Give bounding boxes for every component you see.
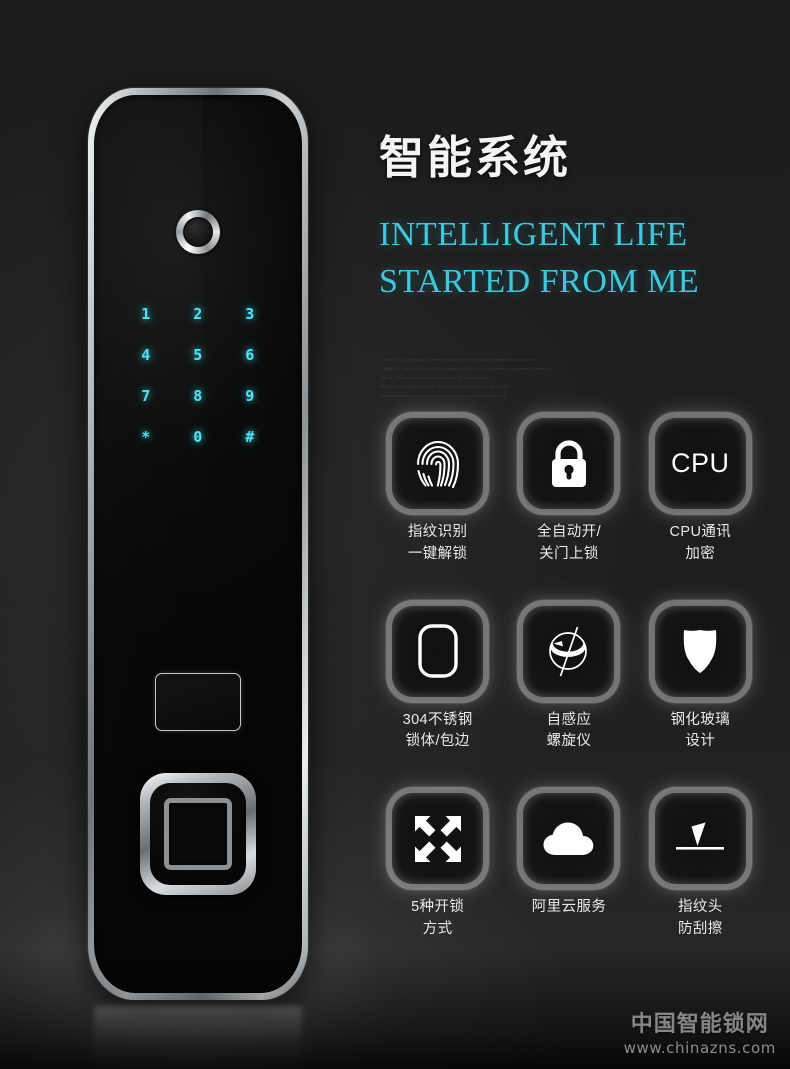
feature-caption: 钢化玻璃 设计 xyxy=(670,711,731,750)
fingerprint-icon xyxy=(416,440,459,488)
feature-tile[interactable] xyxy=(654,793,746,884)
cloud-icon xyxy=(543,822,594,855)
feature-caption: 自感应 螺旋仪 xyxy=(546,711,592,750)
key-2[interactable]: 2 xyxy=(172,307,224,322)
feature-item-auto-lock[interactable]: 全自动开/ 关门上锁 xyxy=(503,418,634,566)
gyroscope-icon xyxy=(549,626,587,677)
smart-door-lock: 1 2 3 4 5 6 7 8 9 * 0 # xyxy=(88,88,308,1069)
watermark-url: www.chinazns.com xyxy=(623,1039,776,1057)
feature-item-fingerprint[interactable]: 指纹识别 一键解锁 xyxy=(372,418,503,566)
feature-caption: 全自动开/ 关门上锁 xyxy=(536,524,601,562)
feature-tile[interactable] xyxy=(392,418,484,509)
blurb-paragraph: There was something different about toda… xyxy=(381,356,636,401)
feature-caption: 指纹头 防刮擦 xyxy=(677,899,723,937)
page-title-english: INTELLIGENT LIFE STARTED FROM ME xyxy=(379,216,700,300)
padlock-icon xyxy=(551,439,586,487)
card-reader-window[interactable] xyxy=(155,673,241,731)
watermark-chinese: 中国智能锁网 xyxy=(630,1011,769,1036)
fingerprint-sensor-surface[interactable] xyxy=(164,798,232,870)
fingerprint-reader-inner xyxy=(150,783,246,885)
blurb-line: Higher and higher she flew! The little r… xyxy=(381,383,508,389)
blurb-line: know something very important, something… xyxy=(381,392,507,398)
key-8[interactable]: 8 xyxy=(172,389,224,404)
feature-item-gyroscope[interactable]: 自感应 螺旋仪 xyxy=(503,605,634,754)
feature-tile[interactable] xyxy=(392,605,484,697)
four-arrows-icon xyxy=(414,815,461,862)
feature-item-stainless-steel[interactable]: 304不锈钢 锁体/包边 xyxy=(372,605,503,754)
feature-item-tempered-glass[interactable]: 钢化玻璃 设计 xyxy=(635,605,766,754)
key-5[interactable]: 5 xyxy=(172,348,224,363)
fingerprint-indicator-knob[interactable] xyxy=(176,210,220,254)
key-9[interactable]: 9 xyxy=(224,389,276,404)
product-poster: 1 2 3 4 5 6 7 8 9 * 0 # 智能系统 INTELLIGENT… xyxy=(0,0,790,1069)
feature-caption: CPU通讯 加密 xyxy=(669,524,732,562)
blurb-line: So, in a flash, she soared into the sky!… xyxy=(381,374,490,380)
blurb-line: There was something different about toda… xyxy=(381,357,537,362)
feature-caption: 5种开锁 方式 xyxy=(411,899,465,937)
page-title-chinese: 智能系统 xyxy=(379,132,572,183)
feature-tile[interactable] xyxy=(523,605,615,697)
key-7[interactable]: 7 xyxy=(120,389,172,404)
watermark: 中国智能锁网 www.chinazns.com xyxy=(624,1006,776,1057)
key-hash[interactable]: # xyxy=(224,430,276,445)
feature-caption: 指纹识别 一键解锁 xyxy=(407,524,468,562)
scratch-resistant-icon xyxy=(676,822,725,850)
feature-caption: 304不锈钢 锁体/包边 xyxy=(402,711,473,750)
feature-item-cloud-service[interactable]: 阿里云服务 xyxy=(503,793,634,941)
key-0[interactable]: 0 xyxy=(172,430,224,445)
feature-tile[interactable] xyxy=(523,418,615,509)
feature-item-scratch-resistant[interactable]: 指纹头 防刮擦 xyxy=(635,793,766,941)
feature-item-cpu[interactable]: CPU CPU通讯 加密 xyxy=(635,418,766,566)
lock-glass-panel: 1 2 3 4 5 6 7 8 9 * 0 # xyxy=(94,95,302,993)
feature-tile[interactable]: CPU xyxy=(654,418,746,509)
shield-icon xyxy=(684,630,717,673)
feature-tile[interactable] xyxy=(523,793,615,884)
blurb-line: Suddenly, she knew what had changed and … xyxy=(381,365,555,371)
feature-tile[interactable] xyxy=(392,793,484,884)
key-star[interactable]: * xyxy=(120,430,172,445)
key-3[interactable]: 3 xyxy=(224,307,276,322)
feature-caption: 阿里云服务 xyxy=(531,899,607,915)
cpu-text-icon: CPU xyxy=(671,448,730,478)
keypad[interactable]: 1 2 3 4 5 6 7 8 9 * 0 # xyxy=(94,307,302,445)
lock-floor-reflection xyxy=(94,1006,302,1069)
feature-item-unlock-methods[interactable]: 5种开锁 方式 xyxy=(372,793,503,941)
rounded-rect-icon xyxy=(417,624,458,678)
key-1[interactable]: 1 xyxy=(120,307,172,322)
fingerprint-reader-pad[interactable] xyxy=(140,773,256,895)
key-4[interactable]: 4 xyxy=(120,348,172,363)
key-6[interactable]: 6 xyxy=(224,348,276,363)
content-column: 智能系统 INTELLIGENT LIFE STARTED FROM ME Th… xyxy=(372,0,790,1069)
feature-grid: 指纹识别 一键解锁 全自动开/ 关门上锁 CPU CPU通讯 加密 304不锈钢… xyxy=(372,418,766,941)
feature-tile[interactable] xyxy=(654,605,746,697)
